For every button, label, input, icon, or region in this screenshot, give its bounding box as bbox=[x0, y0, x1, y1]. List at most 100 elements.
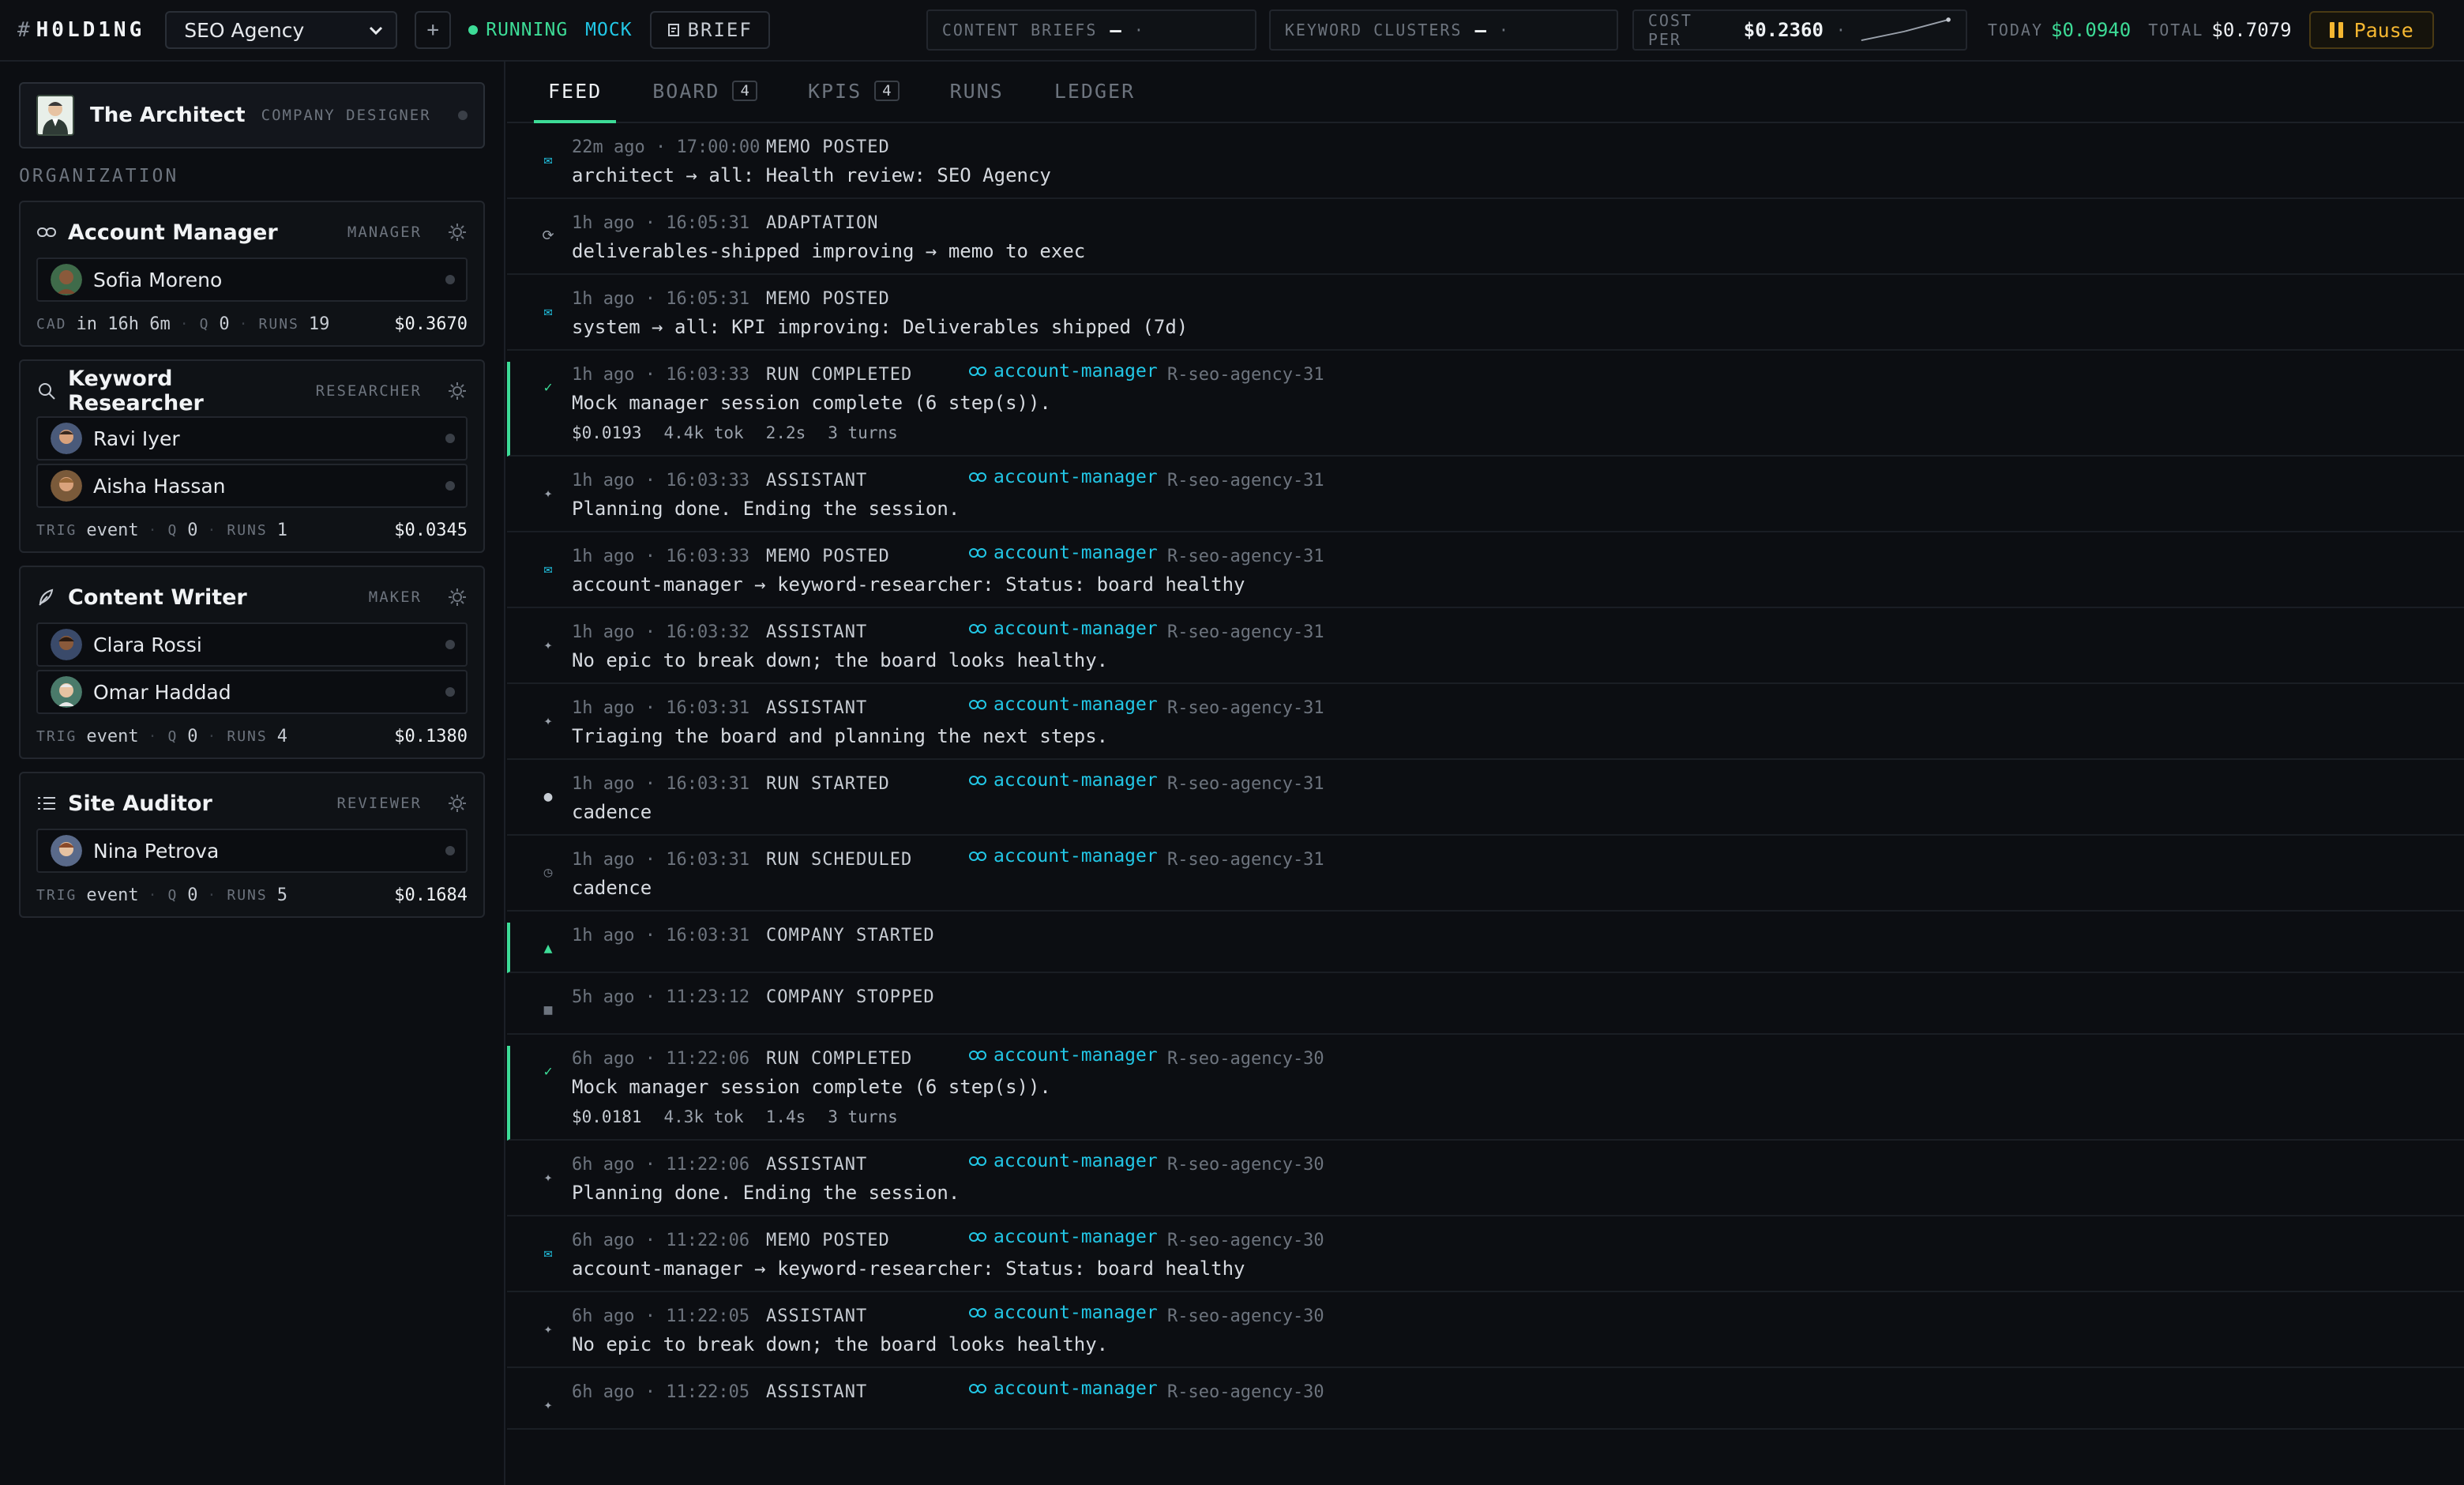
feed-item[interactable]: ✦ 1h ago · 16:03:33 ASSISTANT account-manag… bbox=[507, 467, 2464, 532]
member-row[interactable]: Omar Haddad bbox=[36, 670, 468, 714]
run-ref[interactable]: R-seo-agency-31 bbox=[1167, 547, 1324, 566]
kpi-trend: · bbox=[1835, 21, 1847, 39]
feed-item[interactable]: ✦ 1h ago · 16:03:31 ASSISTANT account-manag… bbox=[507, 694, 2464, 760]
feed-item[interactable]: ✉ 1h ago · 16:03:33 MEMO POSTED account-man… bbox=[507, 543, 2464, 608]
kpi-keyword-clusters[interactable]: KEYWORD CLUSTERS — · bbox=[1268, 9, 1618, 51]
member-row[interactable]: Nina Petrova bbox=[36, 829, 468, 873]
member-row[interactable]: Clara Rossi bbox=[36, 622, 468, 667]
run-ref[interactable]: R-seo-agency-31 bbox=[1167, 622, 1324, 642]
feed-item[interactable]: ✦ 6h ago · 11:22:05 ASSISTANT account-manag… bbox=[507, 1303, 2464, 1368]
feed-item[interactable]: ✦ 1h ago · 16:03:32 ASSISTANT account-manag… bbox=[507, 618, 2464, 684]
gear-icon[interactable] bbox=[447, 793, 468, 814]
feed-item[interactable]: ✓ 1h ago · 16:03:33 RUN COMPLETED account-m… bbox=[507, 361, 2464, 457]
member-name: Ravi Iyer bbox=[93, 427, 180, 450]
status-dot-icon bbox=[458, 111, 468, 120]
app-logo[interactable]: # H0LD1NG bbox=[17, 18, 145, 42]
foot-value: event bbox=[86, 885, 139, 905]
team-cost: $0.1684 bbox=[394, 885, 468, 905]
kpi-label: CONTENT BRIEFS bbox=[941, 21, 1098, 39]
brief-button[interactable]: BRIEF bbox=[649, 11, 770, 49]
status-dot-icon bbox=[468, 25, 479, 35]
event-kind: COMPANY STARTED bbox=[766, 925, 935, 946]
run-ref[interactable]: R-seo-agency-31 bbox=[1167, 698, 1324, 718]
agent-link[interactable]: account-manager bbox=[968, 1303, 1167, 1323]
agent-link[interactable]: account-manager bbox=[968, 770, 1167, 791]
separator: · bbox=[207, 522, 218, 539]
feed-item[interactable]: ● 1h ago · 16:03:31 RUN STARTED account-man… bbox=[507, 770, 2464, 836]
team-card-keyword-researcher[interactable]: Keyword Researcher RESEARCHER Ravi Iyer … bbox=[19, 359, 485, 553]
event-kind: ADAPTATION bbox=[766, 212, 879, 233]
feed-item[interactable]: ✉ 1h ago · 16:05:31 MEMO POSTED system → al… bbox=[507, 286, 2464, 351]
feed-item[interactable]: ⟳ 1h ago · 16:05:31 ADAPTATION deliverables… bbox=[507, 210, 2464, 275]
foot-value: event bbox=[86, 727, 139, 746]
architect-card[interactable]: The Architect COMPANY DESIGNER bbox=[19, 82, 485, 148]
link-icon bbox=[969, 1308, 986, 1318]
agent-link[interactable]: account-manager bbox=[968, 1045, 1167, 1066]
company-select[interactable]: SEO Agency bbox=[165, 11, 398, 49]
tab-count-badge: 4 bbox=[732, 81, 757, 101]
run-ref[interactable]: R-seo-agency-30 bbox=[1167, 1049, 1324, 1069]
kpi-cost-per[interactable]: COST PER $0.2360 · bbox=[1632, 9, 1967, 51]
event-message: Triaging the board and planning the next… bbox=[572, 725, 1109, 747]
add-company-button[interactable]: + bbox=[415, 11, 452, 49]
team-card-content-writer[interactable]: Content Writer MAKER Clara Rossi Omar Ha… bbox=[19, 566, 485, 759]
run-ref[interactable]: R-seo-agency-30 bbox=[1167, 1231, 1324, 1250]
team-card-site-auditor[interactable]: Site Auditor REVIEWER Nina Petrova TRIG … bbox=[19, 772, 485, 918]
agent-link[interactable]: account-manager bbox=[968, 694, 1167, 715]
member-row[interactable]: Sofia Moreno bbox=[36, 258, 468, 302]
gear-icon[interactable] bbox=[447, 587, 468, 607]
tab-ledger[interactable]: LEDGER bbox=[1051, 62, 1138, 122]
agent-link[interactable]: account-manager bbox=[968, 543, 1167, 563]
kpi-trend: · bbox=[1498, 21, 1510, 39]
feed-item[interactable]: ■ 5h ago · 11:23:12 COMPANY STOPPED bbox=[507, 984, 2464, 1035]
tab-feed[interactable]: FEED bbox=[533, 62, 617, 123]
tab-kpis[interactable]: KPIS 4 bbox=[805, 62, 903, 122]
team-name: Content Writer bbox=[68, 585, 247, 610]
link-icon bbox=[969, 1384, 986, 1393]
run-ref[interactable]: R-seo-agency-31 bbox=[1167, 850, 1324, 870]
team-type: REVIEWER bbox=[336, 795, 422, 812]
run-ref[interactable]: R-seo-agency-31 bbox=[1167, 365, 1324, 385]
run-stat: 3 turns bbox=[828, 1107, 898, 1126]
feed-item[interactable]: ✦ 6h ago · 11:22:05 ASSISTANT account-manag… bbox=[507, 1378, 2464, 1430]
feed-item[interactable]: ◷ 1h ago · 16:03:31 RUN SCHEDULED account-m… bbox=[507, 846, 2464, 912]
agent-link[interactable]: account-manager bbox=[968, 1227, 1167, 1247]
run-ref[interactable]: R-seo-agency-30 bbox=[1167, 1382, 1324, 1402]
event-kind: ASSISTANT bbox=[766, 470, 868, 491]
agent-link[interactable]: account-manager bbox=[968, 618, 1167, 639]
run-ref[interactable]: R-seo-agency-31 bbox=[1167, 774, 1324, 794]
agent-link[interactable]: account-manager bbox=[968, 1378, 1167, 1399]
feed-item[interactable]: ✓ 6h ago · 11:22:06 RUN COMPLETED account-m… bbox=[507, 1045, 2464, 1141]
run-ref[interactable]: R-seo-agency-30 bbox=[1167, 1306, 1324, 1326]
gear-icon[interactable] bbox=[447, 222, 468, 242]
event-kind: ASSISTANT bbox=[766, 622, 868, 642]
tab-runs[interactable]: RUNS bbox=[947, 62, 1007, 122]
separator: · bbox=[148, 522, 159, 539]
status-dot-icon bbox=[445, 434, 455, 443]
feed-item[interactable]: ✉ 6h ago · 11:22:06 MEMO POSTED account-man… bbox=[507, 1227, 2464, 1292]
feed-item[interactable]: ✉ 22m ago · 17:00:00 MEMO POSTED architect … bbox=[507, 134, 2464, 199]
run-ref[interactable]: R-seo-agency-30 bbox=[1167, 1155, 1324, 1175]
agent-link[interactable]: account-manager bbox=[968, 1151, 1167, 1171]
runs-value: 4 bbox=[276, 727, 287, 746]
agent-name: account-manager bbox=[993, 1303, 1158, 1323]
feed-item[interactable]: ✦ 6h ago · 11:22:06 ASSISTANT account-manag… bbox=[507, 1151, 2464, 1216]
pause-button[interactable]: Pause bbox=[2308, 11, 2434, 49]
event-message: Planning done. Ending the session. bbox=[572, 1182, 960, 1204]
member-row[interactable]: Ravi Iyer bbox=[36, 416, 468, 461]
foot-label: TRIG bbox=[36, 887, 77, 904]
agent-link[interactable]: account-manager bbox=[968, 846, 1167, 867]
agent-link[interactable]: account-manager bbox=[968, 467, 1167, 487]
member-row[interactable]: Aisha Hassan bbox=[36, 464, 468, 508]
tab-board[interactable]: BOARD 4 bbox=[649, 62, 761, 122]
team-card-account-manager[interactable]: Account Manager MANAGER Sofia Moreno CAD… bbox=[19, 201, 485, 347]
agent-name: account-manager bbox=[993, 694, 1158, 715]
feed-item[interactable]: ▲ 1h ago · 16:03:31 COMPANY STARTED bbox=[507, 923, 2464, 973]
event-time: 1h ago · 16:03:31 bbox=[572, 773, 750, 794]
agent-link[interactable]: account-manager bbox=[968, 361, 1167, 382]
run-ref[interactable]: R-seo-agency-31 bbox=[1167, 471, 1324, 491]
team-cost: $0.1380 bbox=[394, 727, 468, 746]
gear-icon[interactable] bbox=[447, 381, 468, 401]
avatar bbox=[51, 835, 82, 867]
kpi-content-briefs[interactable]: CONTENT BRIEFS — · bbox=[926, 9, 1256, 51]
